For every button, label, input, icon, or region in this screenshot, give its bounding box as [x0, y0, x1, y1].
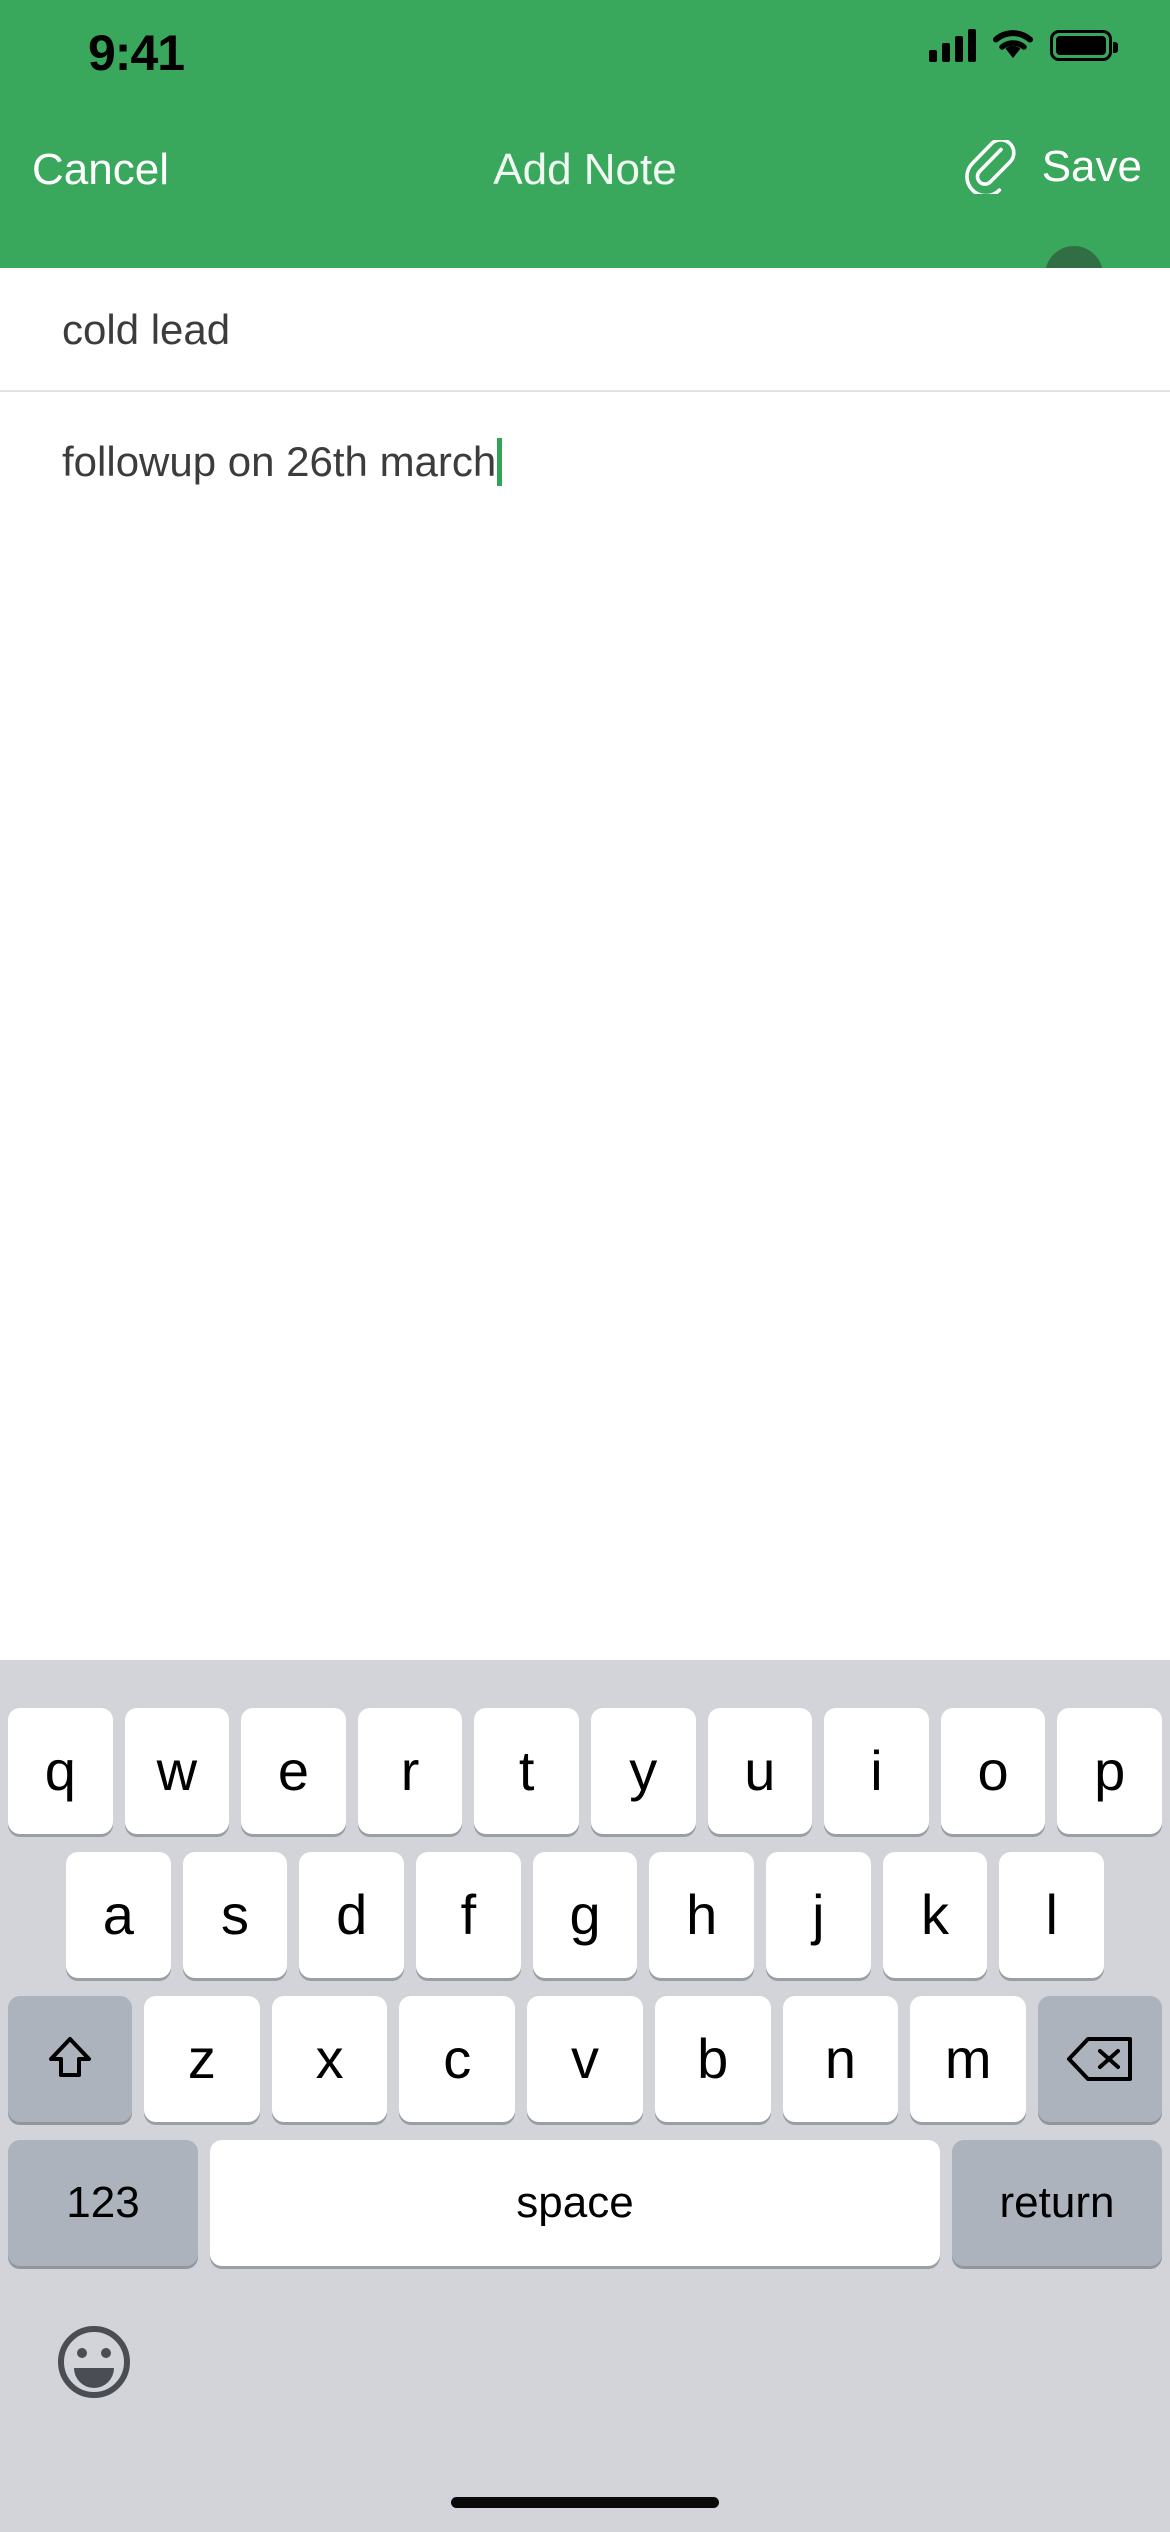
- keyboard-row-2: a s d f g h j k l: [0, 1852, 1170, 1978]
- shift-key[interactable]: [8, 1996, 132, 2122]
- key-o[interactable]: o: [940, 1708, 1046, 1834]
- phone-screen: 9:41 Cancel Add Note Save cold lead foll…: [0, 0, 1170, 2532]
- note-body-text: followup on 26th march: [62, 438, 497, 485]
- key-y[interactable]: y: [590, 1708, 696, 1834]
- note-title-value: cold lead: [62, 306, 231, 353]
- cellular-signal-icon: [929, 28, 976, 62]
- text-caret: [497, 438, 503, 486]
- key-t[interactable]: t: [474, 1708, 579, 1834]
- app-header: 9:41 Cancel Add Note Save: [0, 0, 1170, 268]
- backspace-delete-icon: [1067, 2037, 1133, 2081]
- emoji-smiley-icon: [58, 2326, 130, 2398]
- wifi-icon: [992, 28, 1034, 62]
- key-v[interactable]: v: [527, 1996, 643, 2122]
- space-key[interactable]: space: [210, 2140, 940, 2266]
- return-key[interactable]: return: [952, 2140, 1162, 2266]
- key-a[interactable]: a: [66, 1852, 171, 1978]
- keyboard-row-1: q w e r t y u i o p: [0, 1708, 1170, 1834]
- key-c[interactable]: c: [399, 1996, 516, 2122]
- shift-arrow-icon: [49, 2037, 91, 2077]
- onscreen-keyboard: q w e r t y u i o p a s d f g h j k l z …: [0, 1660, 1170, 2532]
- keyboard-row-4: 123 space return: [0, 2140, 1170, 2266]
- key-q[interactable]: q: [8, 1708, 113, 1834]
- nav-right-actions: Save: [962, 138, 1142, 198]
- home-indicator: [451, 2497, 719, 2508]
- key-f[interactable]: f: [416, 1852, 521, 1978]
- key-d[interactable]: d: [299, 1852, 405, 1978]
- status-bar-time: 9:41: [88, 25, 185, 81]
- battery-icon: [1050, 29, 1118, 61]
- note-title-field[interactable]: cold lead: [0, 268, 1170, 392]
- key-k[interactable]: k: [882, 1852, 988, 1978]
- key-e[interactable]: e: [241, 1708, 346, 1834]
- key-x[interactable]: x: [271, 1996, 388, 2122]
- navigation-bar: Cancel Add Note Save: [0, 100, 1170, 268]
- key-l[interactable]: l: [999, 1852, 1105, 1978]
- emoji-key[interactable]: [54, 2322, 134, 2402]
- key-j[interactable]: j: [766, 1852, 871, 1978]
- status-bar-indicators: [929, 28, 1118, 62]
- note-body-field[interactable]: followup on 26th march: [0, 394, 1170, 1660]
- key-s[interactable]: s: [182, 1852, 288, 1978]
- key-z[interactable]: z: [144, 1996, 260, 2122]
- key-i[interactable]: i: [824, 1708, 929, 1834]
- key-r[interactable]: r: [357, 1708, 463, 1834]
- key-u[interactable]: u: [707, 1708, 813, 1834]
- key-n[interactable]: n: [782, 1996, 899, 2122]
- note-body-value: followup on 26th march: [62, 438, 503, 486]
- backspace-key[interactable]: [1038, 1996, 1163, 2122]
- key-h[interactable]: h: [649, 1852, 755, 1978]
- keyboard-row-3: z x c v b n m: [0, 1996, 1170, 2122]
- status-bar: 9:41: [0, 0, 1170, 100]
- key-p[interactable]: p: [1057, 1708, 1162, 1834]
- keyboard-bottom-row: [0, 2308, 1170, 2448]
- key-w[interactable]: w: [124, 1708, 230, 1834]
- paperclip-icon[interactable]: [962, 138, 1016, 198]
- key-m[interactable]: m: [910, 1996, 1027, 2122]
- key-g[interactable]: g: [532, 1852, 638, 1978]
- key-b[interactable]: b: [654, 1996, 771, 2122]
- save-button[interactable]: Save: [1042, 145, 1142, 189]
- numbers-key[interactable]: 123: [8, 2140, 198, 2266]
